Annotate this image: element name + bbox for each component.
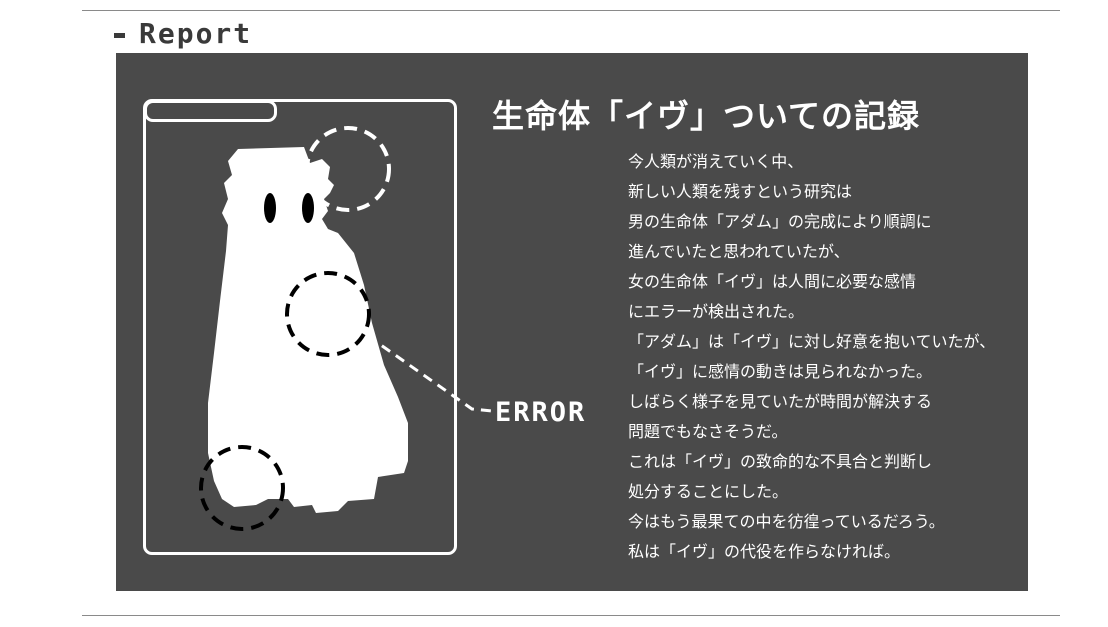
report-body: 今人類が消えていく中、 新しい人類を残すという研究は 男の生命体「アダム」の完成…: [628, 147, 1018, 567]
report-line: 「イヴ」に感情の動きは見られなかった。: [628, 362, 933, 381]
ghost-left-eye-icon: [264, 193, 276, 223]
header-dash-icon: [114, 32, 125, 38]
report-line: 女の生命体「イヴ」は人間に必要な感情: [628, 272, 917, 291]
report-line: しばらく様子を見ていたが時間が解決する: [628, 392, 933, 411]
report-title: 生命体「イヴ」ついての記録: [492, 97, 921, 135]
report-line: 処分することにした。: [628, 482, 789, 501]
report-panel: ERROR 生命体「イヴ」ついての記録 今人類が消えていく中、 新しい人類を残す…: [116, 53, 1028, 591]
top-divider: [82, 10, 1060, 11]
report-line: にエラーが検出された。: [628, 302, 805, 321]
report-line: 新しい人類を残すという研究は: [628, 182, 853, 201]
report-line: 進んでいたと思われていたが、: [628, 242, 850, 261]
section-title: Report: [139, 17, 253, 50]
report-line: 問題でもなさそうだ。: [628, 422, 788, 441]
report-line: 男の生命体「アダム」の完成により順調に: [628, 212, 932, 231]
ghost-right-eye-icon: [302, 193, 314, 223]
section-header: Report: [114, 14, 252, 54]
report-line: 今はもう最果ての中を彷徨っているだろう。: [628, 512, 945, 531]
report-line: 私は「イヴ」の代役を作らなければ。: [628, 542, 901, 561]
report-line: 「アダム」は「イヴ」に対し好意を抱いていたが、: [628, 332, 996, 351]
report-line: 今人類が消えていく中、: [628, 152, 804, 171]
bottom-divider: [82, 615, 1060, 616]
report-line: これは「イヴ」の致命的な不具合と判断し: [628, 452, 933, 471]
error-label: ERROR: [495, 397, 587, 428]
